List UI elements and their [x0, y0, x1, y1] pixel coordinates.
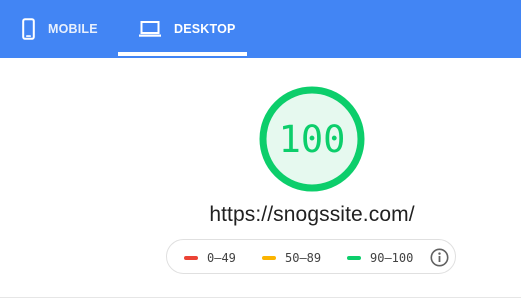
tab-mobile-label: MOBILE — [48, 22, 98, 36]
legend-range-pass: 90–100 — [370, 250, 414, 265]
phone-icon — [22, 18, 35, 40]
tab-desktop-label: DESKTOP — [174, 22, 236, 36]
performance-score-gauge: 100 — [259, 86, 365, 192]
performance-score: 100 — [278, 117, 346, 161]
tab-desktop[interactable]: DESKTOP — [139, 0, 236, 58]
fail-swatch — [184, 255, 198, 260]
legend-range-fail: 0–49 — [207, 250, 236, 265]
pass-swatch — [347, 255, 361, 260]
legend-range-average: 50–89 — [285, 250, 322, 265]
tab-mobile[interactable]: MOBILE — [22, 0, 98, 58]
laptop-icon — [139, 21, 161, 37]
legend-item-average: 50–89 — [262, 240, 321, 275]
average-swatch — [262, 255, 276, 260]
section-divider — [0, 297, 521, 298]
tested-url: https://snogssite.com/ — [209, 203, 415, 226]
active-tab-indicator — [118, 52, 247, 56]
legend-item-pass: 90–100 — [347, 240, 413, 275]
device-tab-bar: MOBILE DESKTOP — [0, 0, 521, 58]
score-legend: 0–49 50–89 90–100 — [166, 239, 456, 274]
info-icon[interactable] — [430, 248, 449, 267]
legend-item-fail: 0–49 — [184, 240, 236, 275]
